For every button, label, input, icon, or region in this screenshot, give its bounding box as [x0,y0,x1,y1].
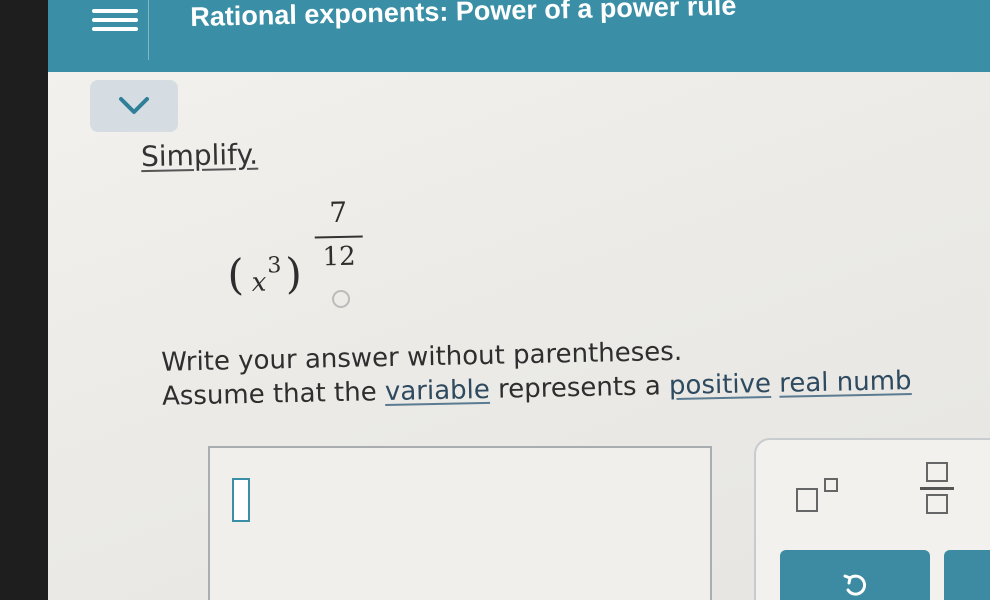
inner-exponent: 3 [267,253,282,279]
undo-icon [843,574,866,596]
right-paren: ) [284,248,303,299]
glossary-link-variable[interactable]: variable [385,375,490,407]
math-toolbar [754,438,990,600]
glossary-link-real-number[interactable]: real numb [779,366,912,399]
answer-input[interactable] [208,446,712,600]
toolbar-button-extra[interactable] [944,550,990,600]
fraction-template-icon[interactable] [918,462,958,518]
instruction-text-pre: Assume that the [161,377,386,412]
simplify-prompt[interactable]: Simplify. [141,138,259,173]
fraction-bar [314,235,363,239]
glossary-link-positive[interactable]: positive [669,369,772,401]
touch-indicator [331,289,351,309]
answer-cursor-slot[interactable] [232,478,250,522]
exponent-template-icon[interactable] [796,476,856,516]
screen: Rational exponents: Power of a power rul… [48,0,990,600]
outer-exponent-numerator: 7 [328,195,348,230]
expression-base: x [251,267,267,298]
math-expression: ( x 3 ) 7 12 [226,195,388,318]
outer-exponent-denominator: 12 [322,241,356,273]
instruction-text-mid: represents a [489,371,670,405]
left-paren: ( [226,249,245,300]
undo-button[interactable] [780,550,930,600]
